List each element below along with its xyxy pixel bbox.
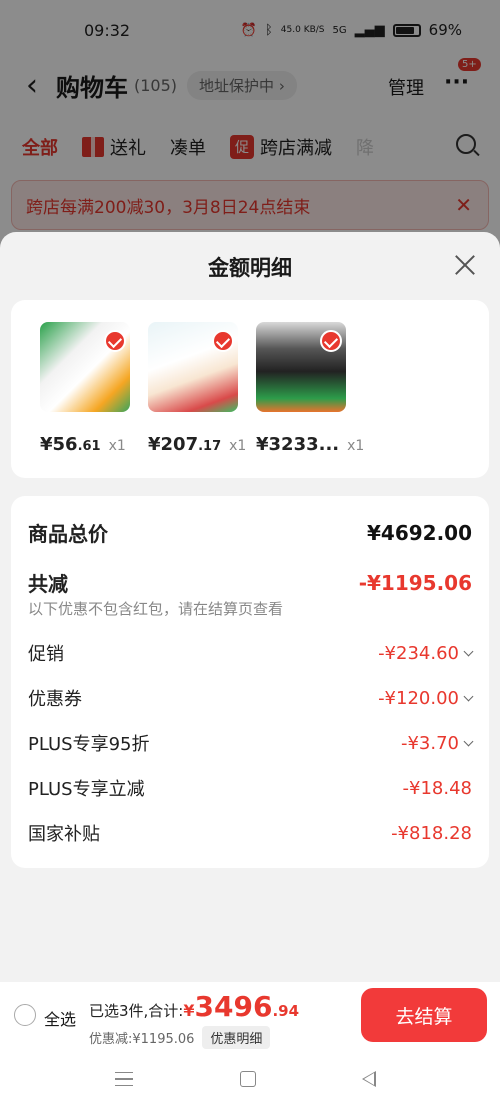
plus-reduce-value: -¥18.48: [402, 777, 472, 799]
system-nav-bar: [0, 1050, 500, 1111]
promotion-label: 促销: [28, 644, 64, 665]
checkout-button[interactable]: 去结算: [361, 988, 487, 1042]
price-summary-card: 商品总价 ¥4692.00 共减 -¥1195.06 以下优惠不包含红包，请在结…: [11, 496, 489, 868]
plus-discount-row[interactable]: PLUS专享95折 -¥3.70: [28, 730, 474, 756]
discount-detail-button[interactable]: 优惠明细: [202, 1026, 271, 1049]
close-icon[interactable]: [452, 252, 478, 278]
checked-icon: [104, 330, 126, 352]
product-image: [40, 322, 130, 412]
discount-amount: 优惠减:¥1195.06: [89, 1032, 195, 1047]
selected-total: 已选3件,合计: ¥ 3496 .94: [89, 990, 299, 1023]
total-price-value: ¥4692.00: [366, 520, 472, 545]
total-reduce-label: 共减: [28, 572, 68, 596]
total-price-label: 商品总价: [28, 522, 108, 546]
promotion-row[interactable]: 促销 -¥234.60: [28, 640, 474, 666]
discount-line: 优惠减:¥1195.06 优惠明细: [89, 1026, 271, 1049]
total-cents: .94: [272, 1002, 300, 1020]
product-item[interactable]: ¥56.61 x1: [40, 322, 132, 455]
coupon-row[interactable]: 优惠券 -¥120.00: [28, 685, 474, 711]
product-price: ¥207.17: [148, 434, 222, 455]
plus-discount-label: PLUS专享95折: [28, 734, 150, 755]
chevron-down-icon: [463, 736, 474, 746]
total-reduce-row: 共减 -¥1195.06: [28, 568, 472, 597]
total-reduce-value: -¥1195.06: [358, 570, 472, 595]
total-price-row: 商品总价 ¥4692.00: [28, 518, 472, 547]
checked-icon: [320, 330, 342, 352]
back-icon[interactable]: [362, 1071, 376, 1087]
product-qty: x1: [108, 438, 126, 454]
product-price: ¥3233...: [256, 434, 340, 455]
selected-count: 已选3件,合计:: [89, 1002, 184, 1020]
checked-icon: [212, 330, 234, 352]
amount-detail-sheet: 金额明细 ¥56.61 x1 ¥207.17 x1 ¥3233... x1 商品…: [0, 232, 500, 1111]
chevron-down-icon: [463, 691, 474, 701]
total-currency: ¥: [183, 1001, 195, 1020]
select-all-label[interactable]: 全选: [44, 1006, 76, 1030]
product-image: [256, 322, 346, 412]
product-price: ¥56.61: [40, 434, 101, 455]
product-qty: x1: [347, 438, 365, 454]
plus-reduce-row: PLUS专享立减 -¥18.48: [28, 775, 472, 801]
home-icon[interactable]: [240, 1071, 256, 1087]
plus-discount-value: -¥3.70: [401, 733, 474, 754]
subsidy-label: 国家补贴: [28, 824, 100, 845]
plus-reduce-label: PLUS专享立减: [28, 779, 145, 800]
promotion-value: -¥234.60: [378, 643, 474, 664]
product-item[interactable]: ¥3233... x1: [256, 322, 364, 455]
product-qty: x1: [229, 438, 247, 454]
product-item[interactable]: ¥207.17 x1: [148, 322, 246, 455]
select-all-radio[interactable]: [14, 1004, 36, 1026]
sheet-title: 金额明细: [208, 256, 292, 280]
total-amount: 3496: [194, 990, 273, 1023]
subsidy-row: 国家补贴 -¥818.28: [28, 820, 472, 846]
checkout-bar: 全选 已选3件,合计: ¥ 3496 .94 优惠减:¥1195.06 优惠明细…: [0, 982, 500, 1050]
subsidy-value: -¥818.28: [391, 822, 472, 844]
coupon-label: 优惠券: [28, 689, 82, 710]
product-image: [148, 322, 238, 412]
chevron-down-icon: [463, 646, 474, 656]
discount-note: 以下优惠不包含红包，请在结算页查看: [28, 600, 284, 618]
menu-icon[interactable]: [115, 1072, 133, 1086]
products-card: ¥56.61 x1 ¥207.17 x1 ¥3233... x1: [11, 300, 489, 478]
coupon-value: -¥120.00: [378, 688, 474, 709]
